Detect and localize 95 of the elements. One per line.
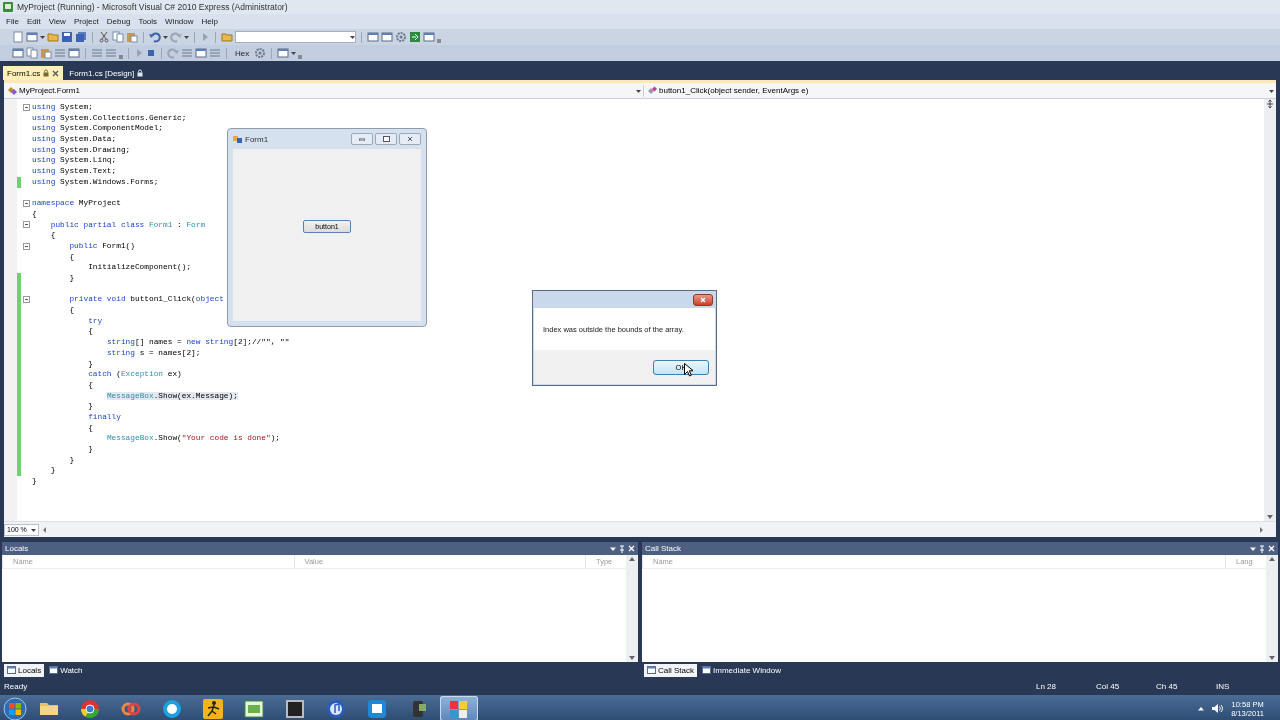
menu-item[interactable]: Debug [102,17,135,26]
close-icon[interactable] [52,69,60,77]
window-icon[interactable] [195,47,207,59]
lock-icon [43,69,50,77]
close-icon [700,296,706,303]
menu-item[interactable]: Edit [22,17,45,26]
form-icon [233,135,242,143]
window-icon[interactable] [12,47,24,59]
collapse-icon[interactable] [23,242,30,250]
speaker-icon[interactable] [1212,704,1224,713]
pin-icon[interactable] [1259,544,1265,553]
window-title: Form1 [245,134,269,144]
lock-icon [137,69,144,77]
menu-item[interactable]: Tools [134,17,162,26]
status-text: INS [1216,682,1231,691]
collapse-icon[interactable] [23,103,30,111]
maximize-icon [382,136,390,142]
splitter-icon[interactable] [1266,99,1274,109]
window-icon [7,666,16,674]
close-button[interactable] [693,293,713,306]
gear-icon[interactable] [254,47,267,59]
window-title: MyProject (Running) - Microsoft Visual C# 2010 Express (Administrator) [17,2,288,12]
collapse-icon[interactable] [23,296,30,304]
square-icon[interactable] [284,697,306,720]
menu-item[interactable]: Window [161,17,198,26]
undo-icon[interactable] [149,31,161,43]
caret-icon[interactable] [610,545,616,552]
status-text: Col 45 [1096,682,1121,691]
horizontal-scrollbar[interactable] [41,525,1264,534]
menu-item[interactable]: Help [197,17,222,26]
scroll-right-icon[interactable] [1259,526,1264,533]
panel-tab[interactable]: Watch [46,663,86,677]
window-icon[interactable] [277,47,290,59]
window-icon [702,666,711,674]
disks-icon[interactable] [75,31,87,43]
caret-icon[interactable] [1250,545,1256,552]
screen-icon[interactable] [366,697,388,720]
clipboard-icon[interactable] [126,31,138,43]
window-icon[interactable] [26,31,38,43]
window-icon[interactable] [68,47,80,59]
circle-icon[interactable] [161,697,183,720]
document-tab[interactable]: Form1.cs [Design] [65,66,148,80]
taskbar-button[interactable] [440,696,478,720]
caret-icon[interactable] [1198,705,1205,712]
menu-item[interactable]: Project [69,17,103,26]
pin-icon[interactable] [619,544,625,553]
type-dropdown[interactable]: MyProject.Form1 [4,84,644,97]
panel-title: Locals [5,544,29,553]
gear-icon[interactable] [395,31,407,43]
close-icon [407,136,413,142]
status-text: Ln 28 [1036,682,1058,691]
window-icon[interactable] [423,31,435,43]
arrow-icon[interactable] [409,31,421,43]
window-icon[interactable] [243,697,265,720]
page-icon[interactable] [12,31,24,43]
scissors-icon[interactable] [98,31,110,43]
close-button[interactable] [399,133,421,145]
minimize-icon [359,137,365,141]
collapse-icon[interactable] [23,221,30,229]
pointer-icon [684,363,693,377]
method-icon [647,86,657,95]
status-text: Ready [4,682,29,691]
scroll-down-icon[interactable] [628,654,636,662]
member-dropdown[interactable]: button1_Click(object sender, EventArgs e) [644,84,1276,97]
status-text: Ch 45 [1156,682,1179,691]
ball-icon[interactable] [79,697,101,720]
class-icon [7,86,17,95]
panel-tab[interactable]: Immediate Window [699,663,785,677]
clipboard-icon[interactable] [40,47,52,59]
app-icon [3,2,13,12]
disc-icon[interactable] [325,697,347,720]
panel-tab[interactable]: Call Stack [644,663,697,677]
collapse-icon[interactable] [23,200,30,208]
window-icon [49,666,59,674]
copy-icon[interactable] [112,31,124,43]
menu-item[interactable]: View [44,17,70,26]
figure-icon[interactable] [202,697,224,720]
hex-button[interactable]: Hex [232,48,253,58]
window-icon[interactable] [381,31,393,43]
panel-title: Call Stack [645,544,681,553]
stop-icon[interactable] [146,47,156,59]
dropdown-field[interactable] [235,31,356,43]
menu-item[interactable]: File [2,17,23,26]
scrollbar[interactable] [1264,99,1276,521]
maximize-button[interactable] [375,133,397,145]
window-icon[interactable] [367,31,379,43]
panel-tab[interactable]: Locals [4,663,45,677]
start-button[interactable] [3,696,27,720]
copy-icon[interactable] [26,47,38,59]
window-icon [647,666,656,674]
document-tab[interactable]: Form1.cs [3,66,64,80]
scroll-left-icon[interactable] [41,526,47,533]
scrollbar[interactable] [1266,555,1278,662]
scrollbar[interactable] [626,555,638,662]
scroll-down-icon[interactable] [1268,654,1276,662]
